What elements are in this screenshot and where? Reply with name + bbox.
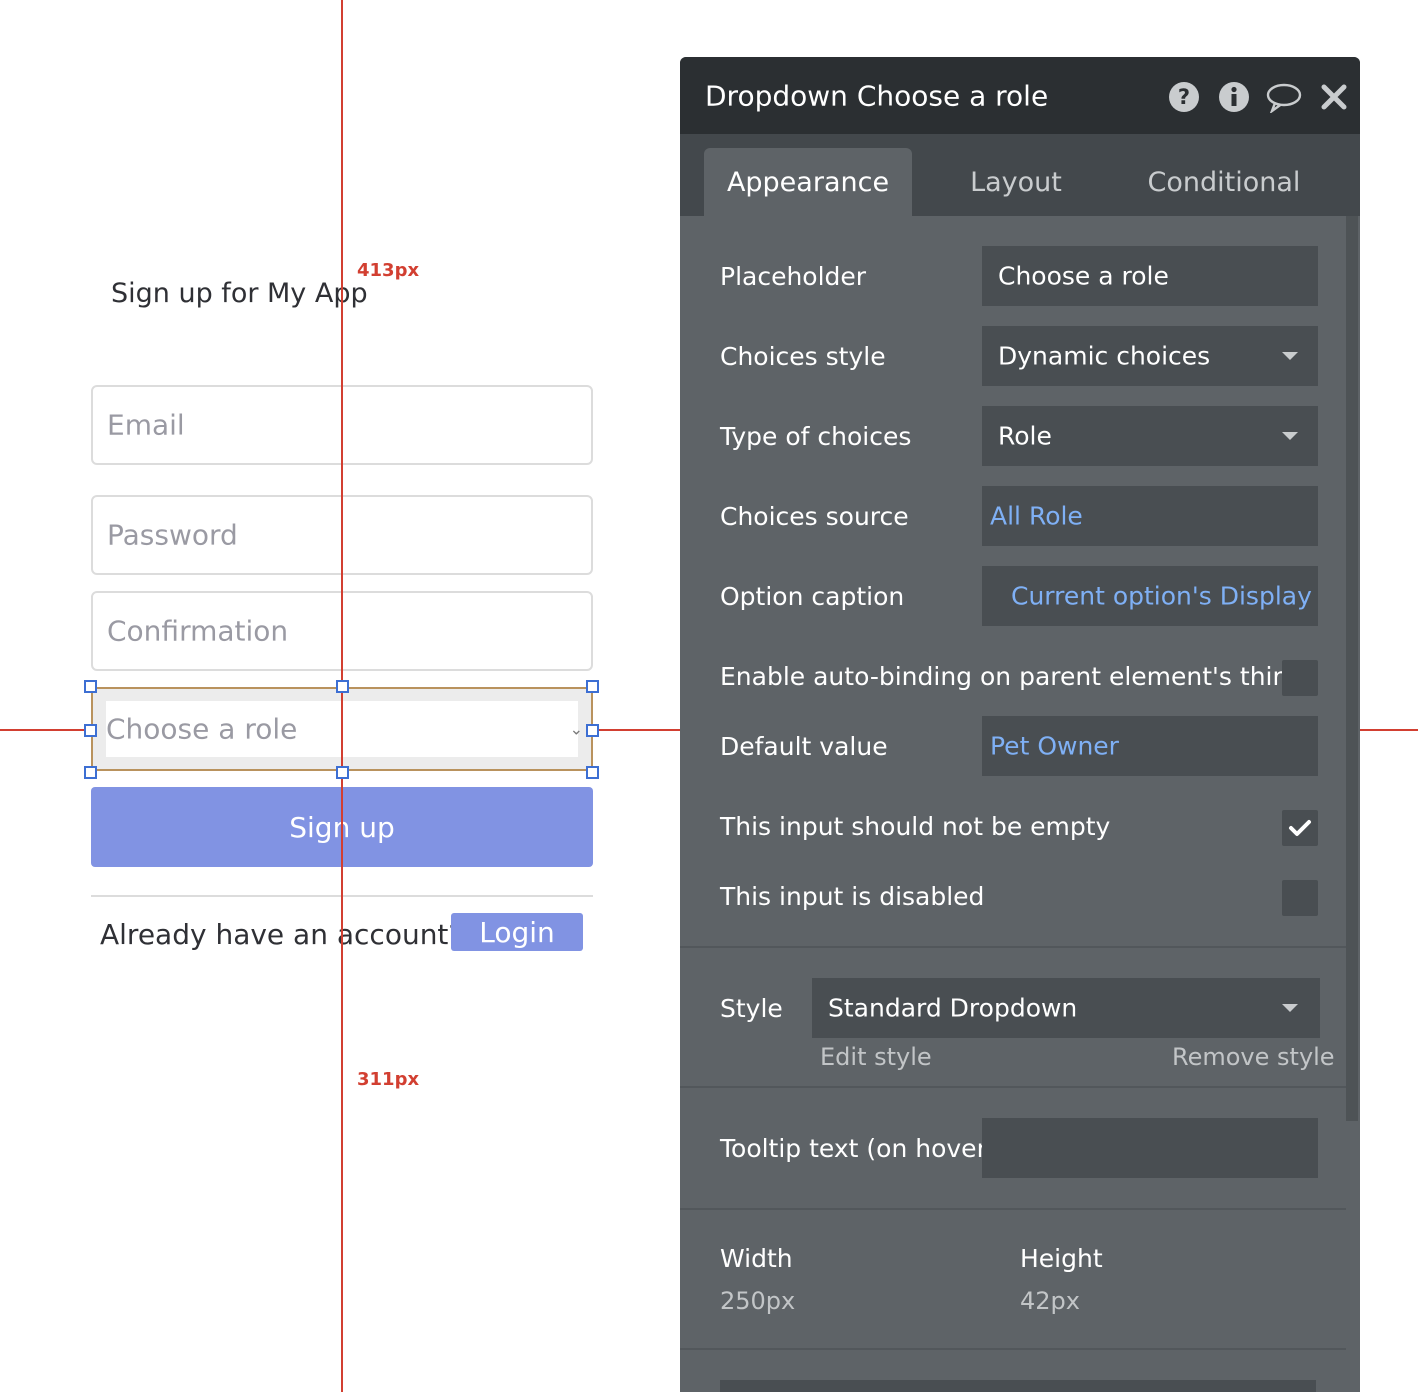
height-value[interactable]: 42px <box>1020 1287 1080 1315</box>
app-title: Sign up for My App <box>111 278 368 309</box>
type-of-choices-select[interactable]: Role <box>982 406 1318 466</box>
placeholder-label: Placeholder <box>720 262 867 291</box>
tab-bar: Appearance Layout Conditional <box>680 134 1360 216</box>
info-icon[interactable] <box>1218 81 1250 113</box>
resize-handle-top-left[interactable] <box>84 680 97 693</box>
resize-handle-top-right[interactable] <box>586 680 599 693</box>
top-distance-label: 413px <box>357 260 420 281</box>
caret-down-icon <box>1282 352 1298 360</box>
not-empty-label: This input should not be empty <box>720 812 1111 841</box>
height-label: Height <box>1020 1244 1103 1273</box>
resize-handle-left[interactable] <box>84 724 97 737</box>
close-icon[interactable] <box>1320 81 1348 113</box>
choices-style-value: Dynamic choices <box>998 341 1211 371</box>
option-caption-label: Option caption <box>720 582 905 611</box>
resize-handle-bottom[interactable] <box>336 766 349 779</box>
choices-source-label: Choices source <box>720 502 909 531</box>
placeholder-value: Choose a role <box>998 261 1169 291</box>
panel-header: Dropdown Choose a role ? <box>680 57 1360 134</box>
width-label: Width <box>720 1244 793 1273</box>
resize-handle-top[interactable] <box>336 680 349 693</box>
chevron-down-icon: ⌄ <box>569 719 583 739</box>
bottom-distance-label: 311px <box>357 1069 420 1090</box>
vertical-guide-line <box>341 0 343 1392</box>
choices-source-expression[interactable]: All Role <box>982 486 1318 546</box>
password-placeholder: Password <box>107 518 238 552</box>
section-separator <box>680 1086 1346 1088</box>
resize-handle-bottom-left[interactable] <box>84 766 97 779</box>
tab-appearance[interactable]: Appearance <box>704 148 912 216</box>
disabled-label: This input is disabled <box>720 882 985 911</box>
choices-style-label: Choices style <box>720 342 886 371</box>
svg-text:?: ? <box>1178 85 1190 109</box>
autobinding-label: Enable auto-binding on parent element's … <box>720 662 1305 691</box>
resize-handle-bottom-right[interactable] <box>586 766 599 779</box>
caret-down-icon <box>1282 1004 1298 1012</box>
section-separator <box>680 1348 1346 1350</box>
resize-handle-right[interactable] <box>586 724 599 737</box>
choices-source-value[interactable]: All Role <box>990 502 1083 531</box>
autobinding-checkbox[interactable] <box>1282 660 1318 696</box>
tooltip-input[interactable] <box>982 1118 1318 1178</box>
tooltip-label: Tooltip text (on hover) <box>720 1134 997 1163</box>
option-caption-value[interactable]: Current option's Display <box>1011 582 1312 611</box>
already-account-text: Already have an account? <box>100 918 464 951</box>
panel-scrollbar[interactable] <box>1346 216 1358 1121</box>
remove-style-link[interactable]: Remove style <box>1172 1043 1335 1071</box>
help-icon[interactable]: ? <box>1168 81 1200 113</box>
default-value-expression[interactable]: Pet Owner <box>982 716 1318 776</box>
panel-title: Dropdown Choose a role <box>705 79 1049 112</box>
tab-layout[interactable]: Layout <box>912 148 1120 216</box>
default-value-label: Default value <box>720 732 888 761</box>
property-editor-panel: Dropdown Choose a role ? Appearance Layo… <box>680 57 1360 1392</box>
choices-style-select[interactable]: Dynamic choices <box>982 326 1318 386</box>
checkmark-icon <box>1289 820 1311 836</box>
disabled-checkbox[interactable] <box>1282 880 1318 916</box>
login-button[interactable]: Login <box>451 913 583 951</box>
option-caption-expression[interactable]: Current option's Display <box>982 566 1318 626</box>
horizontal-guide-line-left <box>0 729 90 731</box>
email-placeholder: Email <box>107 408 185 442</box>
type-of-choices-value: Role <box>998 421 1052 451</box>
style-select[interactable]: Standard Dropdown <box>812 978 1320 1038</box>
horizontal-guide-line-middle <box>593 729 680 731</box>
role-dropdown-placeholder: Choose a role <box>106 712 298 746</box>
section-separator <box>680 946 1346 948</box>
type-of-choices-label: Type of choices <box>720 422 912 451</box>
tab-conditional[interactable]: Conditional <box>1120 148 1328 216</box>
editor-canvas: Sign up for My App Email Password Confir… <box>0 0 1418 1392</box>
horizontal-guide-line-right <box>1360 729 1418 731</box>
style-label: Style <box>720 994 783 1023</box>
caret-down-icon <box>1282 432 1298 440</box>
next-section-field[interactable] <box>720 1380 1316 1392</box>
placeholder-input[interactable]: Choose a role <box>982 246 1318 306</box>
default-value-value[interactable]: Pet Owner <box>990 732 1119 761</box>
confirmation-placeholder: Confirmation <box>107 614 289 648</box>
not-empty-checkbox[interactable] <box>1282 810 1318 846</box>
width-value[interactable]: 250px <box>720 1287 795 1315</box>
comment-icon[interactable] <box>1266 81 1302 113</box>
section-separator <box>680 1208 1346 1210</box>
style-value: Standard Dropdown <box>828 993 1078 1023</box>
edit-style-link[interactable]: Edit style <box>820 1043 932 1071</box>
